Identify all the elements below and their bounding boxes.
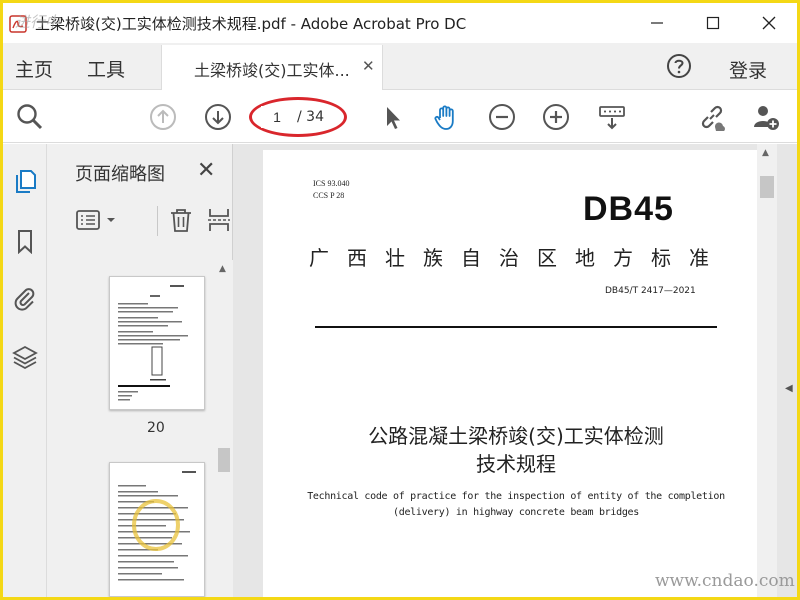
help-circle-icon[interactable] bbox=[665, 52, 693, 80]
page-number-input[interactable] bbox=[261, 106, 293, 128]
minimize-button[interactable] bbox=[637, 9, 677, 37]
thumbnails-title: 页面缩略图 bbox=[75, 164, 165, 185]
close-panel-icon[interactable]: ✕ bbox=[197, 158, 215, 183]
page-total: / 34 bbox=[297, 109, 324, 125]
crop-pages-icon[interactable] bbox=[205, 206, 233, 234]
bookmark-icon[interactable] bbox=[12, 228, 38, 254]
header-rule bbox=[315, 326, 717, 328]
page-thumbnails-icon[interactable] bbox=[12, 168, 38, 194]
expand-right-panel-icon[interactable]: ◀ bbox=[785, 383, 793, 394]
standard-type-title: 广西壮族自治区地方标准 bbox=[309, 246, 727, 270]
ics-line: ICS 93.040 bbox=[313, 179, 350, 188]
scroll-up-arrow-icon[interactable]: ▲ bbox=[219, 264, 226, 274]
thumbnail-toolbar bbox=[75, 206, 230, 236]
document-tab[interactable]: 土梁桥竣(交)工实体... ✕ bbox=[161, 45, 383, 90]
close-icon bbox=[762, 16, 776, 30]
title-bar: 土梁桥竣(交)工实体检测技术规程.pdf - Adobe Acrobat Pro… bbox=[3, 3, 797, 43]
english-title-line2: (delivery) in highway concrete beam brid… bbox=[393, 507, 639, 518]
thumbnail-content bbox=[118, 285, 188, 401]
menu-tools[interactable]: 工具 bbox=[87, 55, 125, 82]
maximize-button[interactable] bbox=[693, 9, 733, 37]
trash-icon[interactable] bbox=[167, 206, 195, 234]
thumbnail-content bbox=[118, 471, 196, 581]
close-tab-icon[interactable]: ✕ bbox=[362, 57, 375, 75]
hand-tool-icon[interactable] bbox=[431, 102, 461, 132]
share-link-icon[interactable] bbox=[697, 102, 727, 132]
chevron-down-icon[interactable] bbox=[105, 206, 117, 234]
ccs-line: CCS P 28 bbox=[313, 191, 345, 200]
toolbar-divider bbox=[157, 206, 158, 236]
page-thumbnail[interactable] bbox=[109, 462, 205, 597]
standard-code: DB45/T 2417—2021 bbox=[605, 286, 696, 296]
thumbnails-panel: 页面缩略图 ✕ 20 ▲ bbox=[47, 144, 233, 597]
standard-mark: DB45 bbox=[583, 190, 674, 228]
navigation-rail bbox=[3, 144, 47, 597]
minimize-icon bbox=[651, 22, 663, 24]
watermark-bottom: www.cndao.com bbox=[655, 571, 795, 591]
document-title-line1: 公路混凝土梁桥竣(交)工实体检测 bbox=[368, 424, 664, 448]
document-title-line2: 技术规程 bbox=[476, 452, 556, 476]
scrollbar-thumb[interactable] bbox=[218, 448, 230, 472]
scrollbar-thumb[interactable] bbox=[760, 176, 774, 198]
thumbnails-scrollbar[interactable]: ▲ bbox=[215, 260, 233, 597]
search-zoom-icon[interactable] bbox=[15, 102, 45, 132]
previous-page-icon[interactable] bbox=[148, 102, 178, 132]
next-page-icon[interactable] bbox=[203, 102, 233, 132]
ics-code: ICS 93.040 CCS P 28 bbox=[313, 178, 349, 202]
select-cursor-icon[interactable] bbox=[377, 102, 407, 132]
maximize-icon bbox=[706, 16, 720, 30]
document-viewer: ICS 93.040 CCS P 28 DB45 广西壮族自治区地方标准 DB4… bbox=[233, 144, 797, 597]
add-user-icon[interactable] bbox=[751, 102, 781, 132]
toolbar: / 34 bbox=[3, 91, 797, 143]
window-title: 土梁桥竣(交)工实体检测技术规程.pdf - Adobe Acrobat Pro… bbox=[35, 15, 467, 33]
attachment-icon[interactable] bbox=[12, 286, 38, 312]
acrobat-window: 土梁桥竣(交)工实体检测技术规程.pdf - Adobe Acrobat Pro… bbox=[3, 3, 797, 597]
watermark-top: 进行中 bbox=[15, 13, 61, 31]
document-page: ICS 93.040 CCS P 28 DB45 广西壮族自治区地方标准 DB4… bbox=[263, 150, 763, 597]
layers-icon[interactable] bbox=[12, 344, 38, 370]
english-title-line1: Technical code of practice for the inspe… bbox=[307, 491, 725, 502]
zoom-out-icon[interactable] bbox=[487, 102, 517, 132]
document-scrollbar[interactable]: ▲ bbox=[757, 144, 777, 597]
zoom-in-icon[interactable] bbox=[541, 102, 571, 132]
page-indicator: / 34 bbox=[261, 105, 335, 129]
thumbnail-options-icon[interactable] bbox=[75, 206, 103, 234]
menu-home[interactable]: 主页 bbox=[15, 55, 53, 82]
thumbnail-page-number: 20 bbox=[147, 420, 165, 436]
document-tab-label: 土梁桥竣(交)工实体... bbox=[194, 61, 350, 80]
scroll-up-arrow-icon[interactable]: ▲ bbox=[762, 148, 769, 158]
close-window-button[interactable] bbox=[749, 9, 789, 37]
page-thumbnail[interactable] bbox=[109, 276, 205, 410]
menu-bar: 主页 工具 土梁桥竣(交)工实体... ✕ 登录 bbox=[3, 43, 797, 90]
keyboard-insert-icon[interactable] bbox=[597, 102, 627, 132]
login-button[interactable]: 登录 bbox=[729, 56, 767, 83]
